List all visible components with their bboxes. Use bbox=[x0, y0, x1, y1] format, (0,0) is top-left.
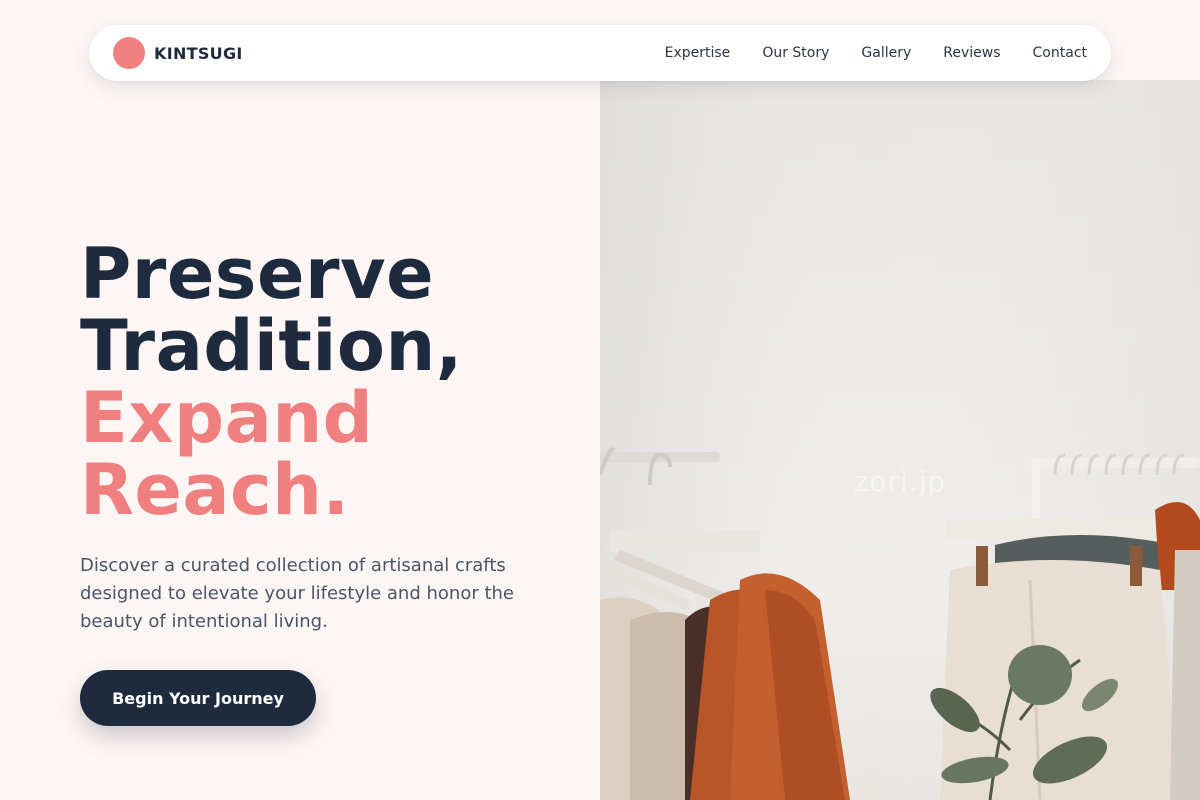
nav-link-reviews[interactable]: Reviews bbox=[943, 45, 1000, 61]
nav-link-expertise[interactable]: Expertise bbox=[665, 45, 731, 61]
brand[interactable]: KINTSUGI bbox=[113, 37, 243, 69]
hero-image-clothing-rack: zori.jp bbox=[600, 80, 1200, 800]
hero-headline: Preserve Tradition, Expand Reach. bbox=[80, 238, 580, 526]
begin-journey-button[interactable]: Begin Your Journey bbox=[80, 670, 316, 726]
circle-logo-icon bbox=[113, 37, 145, 69]
headline-accent-line-1: Expand bbox=[80, 377, 374, 459]
nav-link-contact[interactable]: Contact bbox=[1033, 45, 1087, 61]
nav-link-gallery[interactable]: Gallery bbox=[861, 45, 911, 61]
headline-line-2: Tradition, bbox=[80, 305, 463, 387]
headline-accent-line-2: Reach. bbox=[80, 449, 350, 531]
hero-subtitle: Discover a curated collection of artisan… bbox=[80, 555, 514, 632]
hero-content: Preserve Tradition, Expand Reach. Discov… bbox=[80, 238, 580, 726]
image-watermark: zori.jp bbox=[853, 465, 947, 498]
clothing-rack-illustration bbox=[600, 80, 1200, 800]
top-navbar: KINTSUGI Expertise Our Story Gallery Rev… bbox=[89, 25, 1111, 81]
nav-links: Expertise Our Story Gallery Reviews Cont… bbox=[665, 45, 1087, 61]
nav-link-our-story[interactable]: Our Story bbox=[762, 45, 829, 61]
brand-name: KINTSUGI bbox=[154, 43, 243, 63]
headline-line-1: Preserve bbox=[80, 233, 435, 315]
